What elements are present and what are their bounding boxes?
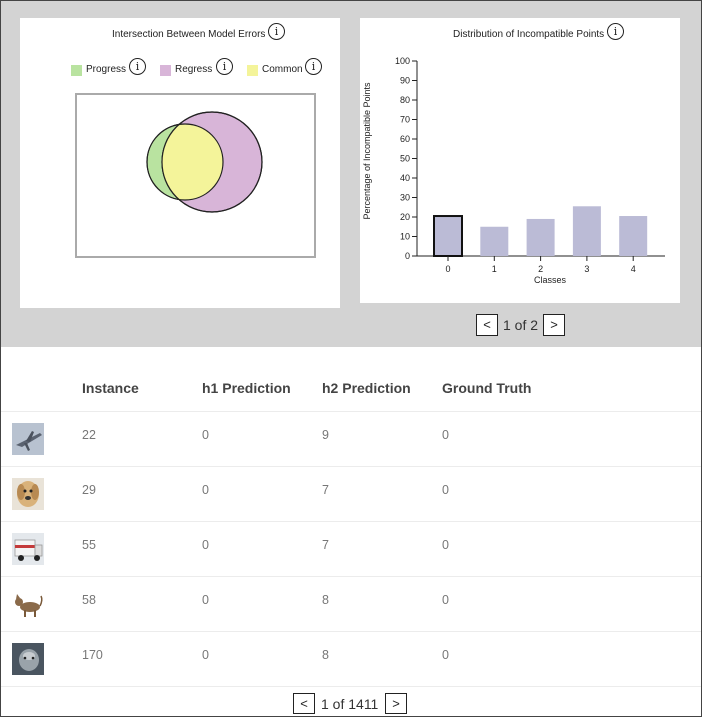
- instance-cell: 22: [82, 428, 96, 442]
- y-axis-label: Percentage of Incompatible Points: [362, 82, 372, 220]
- table-page-status: 1 of 1411: [321, 696, 379, 712]
- y-tick-label: 70: [400, 115, 410, 125]
- regress-legend-label: Regress: [175, 64, 213, 75]
- y-tick-label: 60: [400, 134, 410, 144]
- h2-prediction-cell: 9: [322, 428, 329, 442]
- dog-thumbnail: [12, 478, 44, 510]
- table-row[interactable]: 55 0 7 0: [1, 521, 701, 576]
- ground-truth-cell: 0: [442, 648, 449, 662]
- y-tick-label: 30: [400, 193, 410, 203]
- venn-info-icon[interactable]: i: [268, 23, 285, 40]
- bar-class-3[interactable]: [572, 206, 601, 256]
- h1-prediction-cell: 0: [202, 593, 209, 607]
- bar-chart: Percentage of Incompatible Points Classe…: [362, 56, 665, 285]
- y-tick-label: 20: [400, 212, 410, 222]
- table-next-page-button[interactable]: >: [385, 693, 407, 714]
- header-h2-prediction[interactable]: h2 Prediction: [322, 380, 411, 396]
- bar-class-2[interactable]: [526, 218, 555, 256]
- x-tick-label: 2: [538, 264, 543, 274]
- distribution-panel: Distribution of Incompatible Points i Pe…: [360, 18, 680, 303]
- venn-diagram: [146, 111, 263, 213]
- instance-cell: 29: [82, 483, 96, 497]
- venn-panel: Intersection Between Model Errors i Prog…: [20, 18, 340, 308]
- bar-class-0[interactable]: [433, 215, 463, 257]
- airplane-thumbnail: [12, 423, 44, 455]
- header-h1-prediction[interactable]: h1 Prediction: [202, 380, 291, 396]
- chart-prev-page-button[interactable]: <: [476, 314, 498, 336]
- h2-prediction-cell: 7: [322, 483, 329, 497]
- venn-diagram-box: [75, 93, 316, 258]
- bar-class-1[interactable]: [480, 226, 509, 256]
- progress-info-icon[interactable]: i: [129, 58, 146, 75]
- h2-prediction-cell: 8: [322, 648, 329, 662]
- x-axis-label: Classes: [534, 275, 567, 285]
- venn-title: Intersection Between Model Errors: [112, 29, 266, 40]
- ground-truth-cell: 0: [442, 428, 449, 442]
- table-row[interactable]: 22 0 9 0: [1, 411, 701, 466]
- regress-info-icon[interactable]: i: [216, 58, 233, 75]
- x-tick-label: 3: [584, 264, 589, 274]
- h1-prediction-cell: 0: [202, 428, 209, 442]
- chart-next-page-button[interactable]: >: [543, 314, 565, 336]
- header-instance[interactable]: Instance: [82, 380, 139, 396]
- header-ground-truth[interactable]: Ground Truth: [442, 380, 531, 396]
- y-tick-label: 0: [405, 251, 410, 261]
- instance-cell: 58: [82, 593, 96, 607]
- instance-cell: 170: [82, 648, 103, 662]
- progress-legend-label: Progress: [86, 64, 127, 75]
- h2-prediction-cell: 7: [322, 538, 329, 552]
- ground-truth-cell: 0: [442, 593, 449, 607]
- y-tick-label: 90: [400, 76, 410, 86]
- table-row[interactable]: 29 0 7 0: [1, 466, 701, 521]
- progress-swatch: [71, 65, 82, 76]
- y-tick-label: 10: [400, 232, 410, 242]
- instance-cell: 55: [82, 538, 96, 552]
- x-tick-label: 4: [631, 264, 636, 274]
- cat-thumbnail: [12, 588, 44, 620]
- h1-prediction-cell: 0: [202, 538, 209, 552]
- table-row[interactable]: 170 0 8 0: [1, 631, 701, 686]
- common-info-icon[interactable]: i: [305, 58, 322, 75]
- table-prev-page-button[interactable]: <: [293, 693, 315, 714]
- chart-page-status: 1 of 2: [503, 317, 539, 333]
- truck-thumbnail: [12, 533, 44, 565]
- h1-prediction-cell: 0: [202, 648, 209, 662]
- common-legend-label: Common: [262, 64, 303, 75]
- h1-prediction-cell: 0: [202, 483, 209, 497]
- table-bottom-divider: [1, 686, 701, 687]
- y-tick-label: 100: [395, 56, 410, 66]
- x-tick-label: 0: [445, 264, 450, 274]
- y-tick-label: 80: [400, 95, 410, 105]
- h2-prediction-cell: 8: [322, 593, 329, 607]
- ground-truth-cell: 0: [442, 538, 449, 552]
- y-tick-label: 40: [400, 173, 410, 183]
- bar-class-4[interactable]: [619, 216, 648, 256]
- x-tick-label: 1: [492, 264, 497, 274]
- y-tick-label: 50: [400, 154, 410, 164]
- ground-truth-cell: 0: [442, 483, 449, 497]
- regress-swatch: [160, 65, 171, 76]
- common-swatch: [247, 65, 258, 76]
- animal-face-thumbnail: [12, 643, 44, 675]
- summary-area: Intersection Between Model Errors i Prog…: [1, 1, 701, 347]
- table-row[interactable]: 58 0 8 0: [1, 576, 701, 631]
